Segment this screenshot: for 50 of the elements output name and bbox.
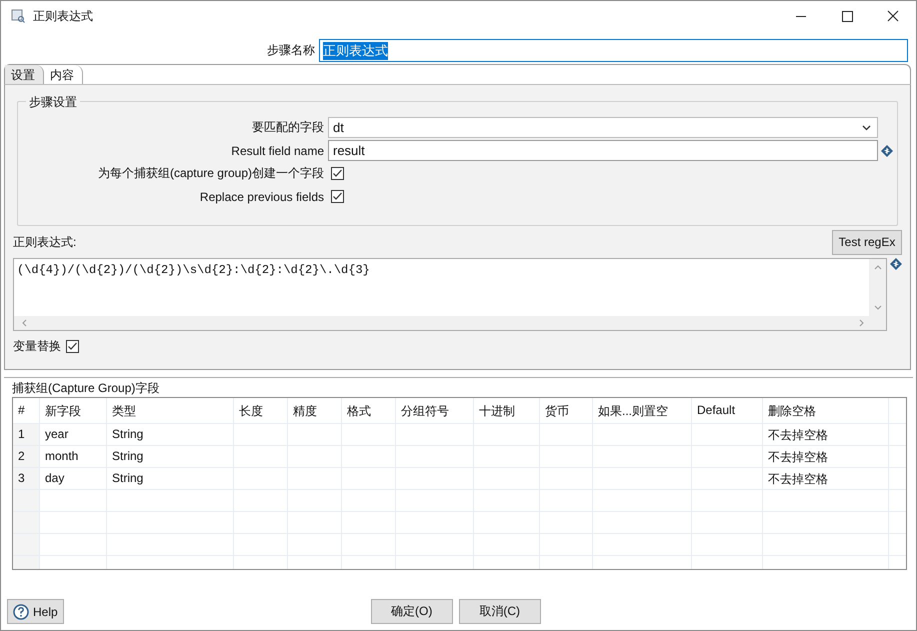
checkbox-label: 变量替换 [13, 338, 61, 355]
cancel-button[interactable]: 取消(C) [458, 599, 541, 624]
column-header[interactable]: 格式 [342, 398, 396, 423]
column-header[interactable]: 分组符号 [396, 398, 474, 423]
table-cell: 不去掉空格 [763, 424, 889, 445]
column-header[interactable]: 如果...则置空 [593, 398, 692, 423]
column-header[interactable]: 十进制 [474, 398, 540, 423]
help-icon [13, 604, 29, 620]
column-header[interactable]: Default [692, 398, 763, 423]
window-title: 正则表达式 [33, 8, 93, 24]
table-cell: 不去掉空格 [763, 446, 889, 467]
column-header[interactable]: 长度 [234, 398, 288, 423]
checkbox[interactable] [331, 190, 344, 203]
table-cell: String [107, 446, 234, 467]
column-header[interactable]: # [13, 398, 40, 423]
table-cell: month [40, 446, 107, 467]
column-header[interactable]: 新字段 [40, 398, 107, 423]
table-cell: year [40, 424, 107, 445]
table-cell: String [107, 468, 234, 489]
field-label: Replace previous fields [198, 190, 325, 204]
field-label: Result field name [230, 144, 325, 158]
step-name-field[interactable]: 正则表达式 [319, 39, 908, 62]
app-icon [11, 9, 25, 23]
group-title: 步骤设置 [26, 94, 80, 111]
ok-button[interactable]: 确定(O) [370, 599, 453, 624]
table-cell: String [107, 424, 234, 445]
tab[interactable]: 设置 [5, 65, 44, 84]
test-regex-button[interactable]: Test regEx [832, 230, 902, 254]
checkbox[interactable] [331, 167, 344, 180]
regex-label: 正则表达式: [13, 234, 76, 250]
checkbox[interactable] [66, 340, 79, 353]
field-label: 要匹配的字段 [251, 119, 325, 136]
text-field[interactable]: result [328, 140, 878, 161]
column-header[interactable]: 类型 [107, 398, 234, 423]
variable-icon [890, 258, 902, 270]
field-label: 步骤名称 [266, 42, 316, 59]
dropdown[interactable]: dt [328, 117, 878, 138]
row-number: 1 [13, 424, 40, 445]
section-title: 捕获组(Capture Group)字段 [12, 380, 160, 396]
field-label: 为每个捕获组(capture group)创建一个字段 [96, 165, 325, 182]
chevron-down-icon [862, 124, 871, 130]
row-number: 3 [13, 468, 40, 489]
help-button[interactable]: Help [7, 599, 64, 624]
row-number: 2 [13, 446, 40, 467]
column-header[interactable]: 货币 [540, 398, 593, 423]
table-cell: 不去掉空格 [763, 468, 889, 489]
table-cell: day [40, 468, 107, 489]
variable-icon [881, 144, 893, 156]
column-header[interactable]: 精度 [288, 398, 342, 423]
column-header[interactable]: 删除空格 [763, 398, 889, 423]
